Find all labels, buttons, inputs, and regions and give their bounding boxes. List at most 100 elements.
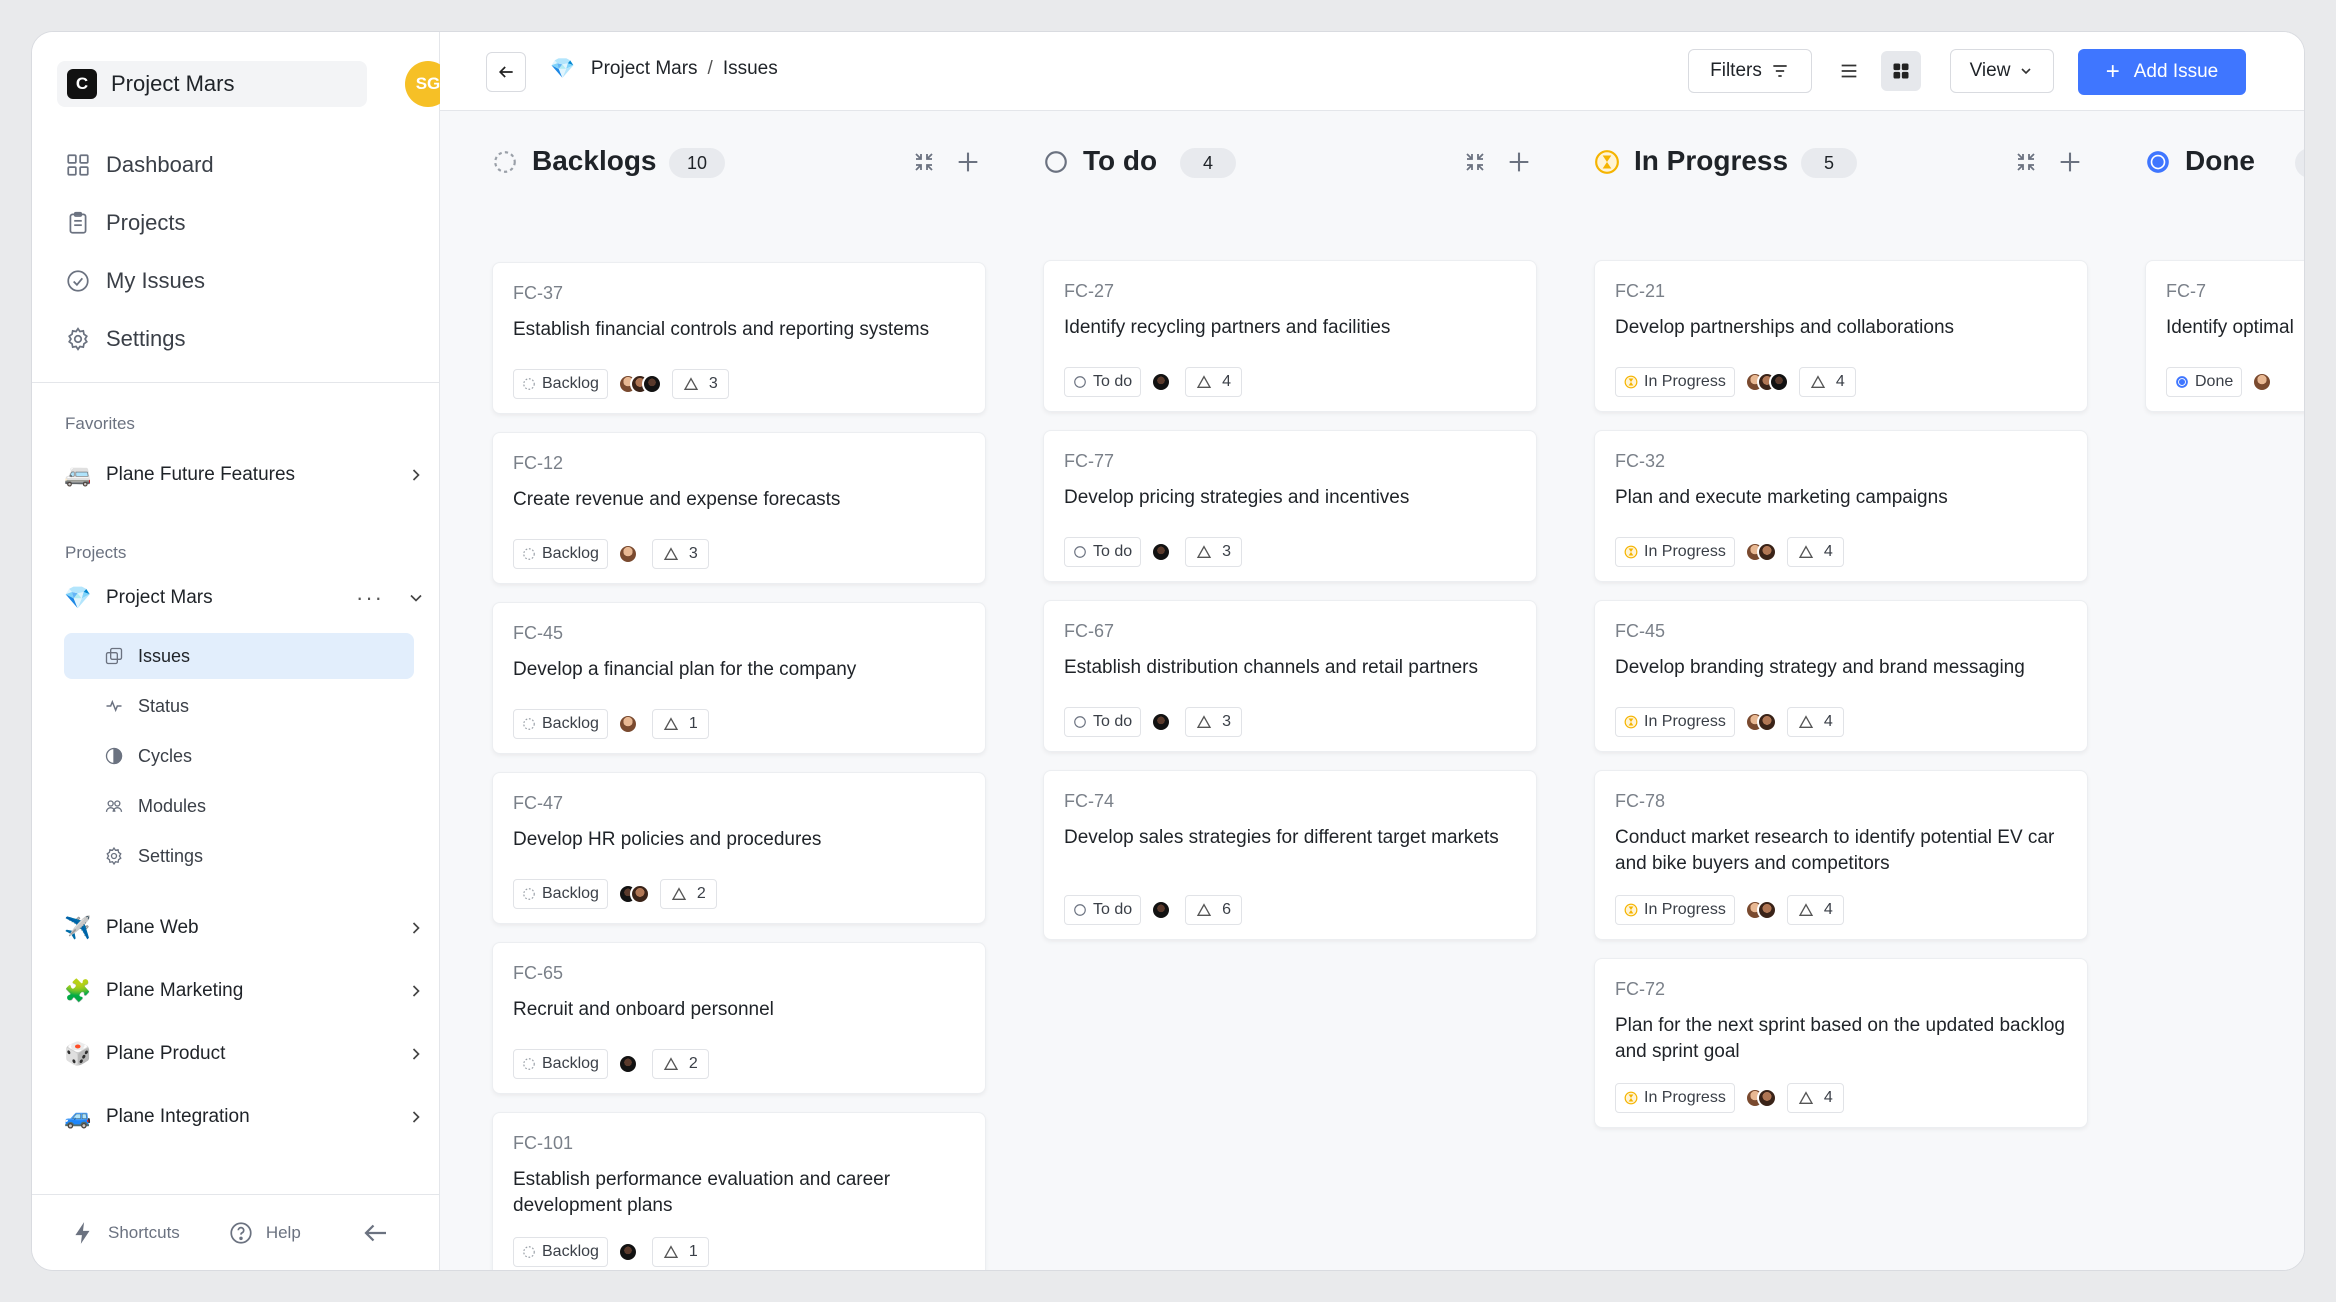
state-pill[interactable]: In Progress [1615,1083,1735,1113]
assignees[interactable] [1744,900,1777,920]
issue-card[interactable]: FC-27 Identify recycling partners and fa… [1043,260,1537,412]
minimize-column-icon[interactable] [2014,150,2038,174]
chevron-down-icon[interactable] [406,588,426,608]
assignees[interactable] [1151,900,1175,920]
nav-dashboard[interactable]: Dashboard [65,136,425,194]
collapse-sidebar-icon[interactable] [361,1218,391,1248]
estimate-pill[interactable]: 3 [1185,537,1243,567]
assignees[interactable] [1151,542,1175,562]
assignees[interactable] [2252,372,2276,392]
assignees[interactable] [617,884,650,904]
estimate-pill[interactable]: 4 [1798,367,1856,397]
shortcuts-button[interactable]: Shortcuts [70,1220,180,1246]
add-to-column-icon[interactable] [2056,148,2084,176]
add-issue-button[interactable]: + Add Issue [2078,49,2246,95]
estimate-pill[interactable]: 1 [651,709,709,739]
breadcrumb-project[interactable]: Project Mars [591,58,698,80]
issue-card[interactable]: FC-37 Establish financial controls and r… [492,262,986,414]
assignees[interactable] [617,1054,642,1074]
more-options-icon[interactable]: ··· [356,585,384,611]
estimate-pill[interactable]: 3 [671,369,729,399]
project-item[interactable]: 🎲 Plane Product [64,1034,426,1074]
issue-card[interactable]: FC-74 Develop sales strategies for diffe… [1043,770,1537,940]
sub-item-modules[interactable]: Modules [64,783,414,829]
minimize-column-icon[interactable] [912,150,936,174]
estimate-pill[interactable]: 2 [659,879,717,909]
state-pill[interactable]: To do [1064,707,1142,737]
assignees[interactable] [617,374,662,394]
state-pill[interactable]: Backlog [513,1237,608,1267]
workspace-switcher[interactable]: C Project Mars [57,61,367,107]
state-pill[interactable]: Backlog [513,879,608,909]
filters-label: Filters [1710,60,1762,81]
sub-item-settings[interactable]: Settings [64,833,414,879]
issue-card[interactable]: FC-21 Develop partnerships and collabora… [1594,260,2088,412]
sub-item-issues[interactable]: Issues [64,633,414,679]
list-view-button[interactable] [1829,51,1869,91]
back-button[interactable] [486,52,526,92]
view-dropdown[interactable]: View [1950,49,2054,93]
estimate-pill[interactable]: 6 [1185,895,1243,925]
assignees[interactable] [1151,372,1175,392]
estimate-pill[interactable]: 1 [651,1237,709,1267]
project-item[interactable]: 🧩 Plane Marketing [64,971,426,1011]
state-pill[interactable]: To do [1064,537,1142,567]
minimize-column-icon[interactable] [1463,150,1487,174]
filters-button[interactable]: Filters [1688,49,1812,93]
state-pill[interactable]: In Progress [1615,537,1735,567]
issue-card[interactable]: FC-32 Plan and execute marketing campaig… [1594,430,2088,582]
assignees[interactable] [617,1242,642,1262]
state-pill[interactable]: To do [1064,895,1142,925]
issue-card[interactable]: FC-72 Plan for the next sprint based on … [1594,958,2088,1128]
estimate-pill[interactable]: 3 [651,539,709,569]
assignees[interactable] [617,714,642,734]
add-to-column-icon[interactable] [954,148,982,176]
estimate-pill[interactable]: 4 [1786,537,1844,567]
nav-projects[interactable]: Projects [65,194,425,252]
issue-card[interactable]: FC-7 Identify optimal Done [2145,260,2304,412]
estimate-pill[interactable]: 4 [1786,895,1844,925]
estimate-pill[interactable]: 2 [651,1049,709,1079]
state-pill[interactable]: Backlog [513,539,608,569]
assignees[interactable] [1744,372,1789,392]
issue-card[interactable]: FC-45 Develop a financial plan for the c… [492,602,986,754]
issue-card[interactable]: FC-67 Establish distribution channels an… [1043,600,1537,752]
estimate-pill[interactable]: 4 [1786,1083,1844,1113]
favorite-item[interactable]: 🚐 Plane Future Features [64,455,426,495]
state-pill[interactable]: In Progress [1615,707,1735,737]
assignees[interactable] [1744,712,1777,732]
nav-settings[interactable]: Settings [65,310,425,368]
issue-card[interactable]: FC-77 Develop pricing strategies and inc… [1043,430,1537,582]
issue-card[interactable]: FC-65 Recruit and onboard personnel Back… [492,942,986,1094]
state-pill[interactable]: Backlog [513,709,608,739]
project-item[interactable]: ✈️ Plane Web [64,908,426,948]
nav-my-issues[interactable]: My Issues [65,252,425,310]
add-to-column-icon[interactable] [1505,148,1533,176]
issue-card[interactable]: FC-78 Conduct market research to identif… [1594,770,2088,940]
sub-item-status[interactable]: Status [64,683,414,729]
state-pill[interactable]: Backlog [513,369,608,399]
project-item[interactable]: 🚙 Plane Integration [64,1097,426,1137]
assignees[interactable] [1744,1088,1777,1108]
state-pill[interactable]: Done [2166,367,2243,397]
issue-card[interactable]: FC-47 Develop HR policies and procedures… [492,772,986,924]
assignees[interactable] [1744,542,1777,562]
estimate-pill[interactable]: 3 [1185,707,1243,737]
state-pill[interactable]: In Progress [1615,367,1735,397]
assignees[interactable] [617,544,642,564]
help-button[interactable]: Help [228,1220,301,1246]
triangle-icon [663,717,679,730]
sub-item-cycles[interactable]: Cycles [64,733,414,779]
estimate-pill[interactable]: 4 [1786,707,1844,737]
issue-card[interactable]: FC-101 Establish performance evaluation … [492,1112,986,1270]
issue-card[interactable]: FC-45 Develop branding strategy and bran… [1594,600,2088,752]
state-pill[interactable]: To do [1064,367,1142,397]
estimate-pill[interactable]: 4 [1185,367,1243,397]
assignees[interactable] [1151,712,1175,732]
board-view-button[interactable] [1881,51,1921,91]
issue-card[interactable]: FC-12 Create revenue and expense forecas… [492,432,986,584]
backlog-state-icon [522,547,542,561]
project-item-active[interactable]: 💎 Project Mars ··· [64,578,426,618]
state-pill[interactable]: In Progress [1615,895,1735,925]
state-pill[interactable]: Backlog [513,1049,608,1079]
